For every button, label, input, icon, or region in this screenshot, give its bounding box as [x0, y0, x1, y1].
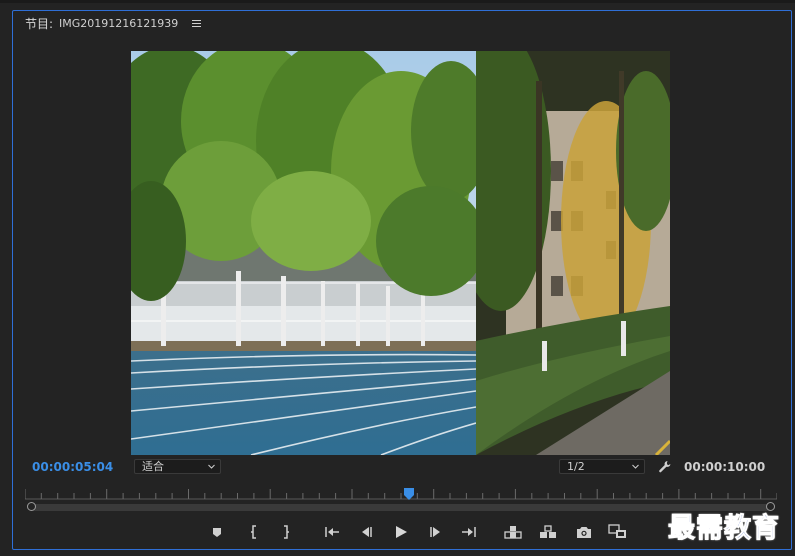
top-divider	[0, 0, 795, 3]
go-to-in-icon	[325, 527, 339, 537]
add-marker-icon	[213, 527, 221, 537]
chevron-down-icon	[208, 464, 215, 469]
panel-title-prefix: 节目:	[25, 17, 54, 31]
resolution-select[interactable]: 1/2	[559, 459, 645, 474]
zoom-select-value: 适合	[142, 460, 164, 473]
play-button[interactable]	[390, 521, 412, 543]
mark-in-button[interactable]	[243, 521, 265, 543]
step-forward-icon	[430, 527, 440, 537]
comparison-view-button[interactable]	[607, 521, 629, 543]
extract-icon	[540, 525, 556, 538]
export-frame-button[interactable]	[573, 521, 595, 543]
watermark-logo: 最需教育	[668, 513, 780, 545]
hamburger-menu-icon[interactable]	[192, 19, 202, 28]
go-to-out-icon	[462, 527, 476, 537]
video-frame-left	[131, 51, 476, 455]
settings-wrench-icon[interactable]	[658, 460, 672, 474]
mark-out-icon	[284, 525, 289, 539]
zoom-scroll-bar[interactable]	[25, 502, 777, 512]
panel-clip-name: IMG20191216121939	[59, 17, 179, 30]
mark-out-button[interactable]	[275, 521, 297, 543]
program-monitor-panel: 节目: IMG20191216121939 00:00:05:04 适合 1/2…	[0, 0, 795, 556]
duration-timecode: 00:00:10:00	[684, 460, 766, 474]
time-ruler[interactable]	[25, 486, 777, 500]
current-timecode[interactable]: 00:00:05:04	[32, 460, 113, 474]
play-icon	[396, 526, 407, 538]
step-back-button[interactable]	[355, 521, 377, 543]
video-image-campus	[476, 51, 670, 455]
go-to-in-button[interactable]	[321, 521, 343, 543]
video-frame-right	[476, 51, 670, 455]
camera-icon	[577, 526, 591, 538]
lift-button[interactable]	[502, 521, 524, 543]
mark-in-icon	[251, 525, 256, 539]
video-image-track	[131, 51, 476, 455]
step-forward-button[interactable]	[425, 521, 447, 543]
zoom-scroll-left-handle[interactable]	[27, 502, 36, 511]
playhead-marker[interactable]	[403, 488, 414, 500]
step-back-icon	[362, 527, 372, 537]
extract-button[interactable]	[537, 521, 559, 543]
go-to-out-button[interactable]	[458, 521, 480, 543]
lift-icon	[504, 526, 522, 539]
zoom-scroll-track	[31, 504, 771, 511]
resolution-select-value: 1/2	[567, 460, 585, 473]
comparison-view-icon	[608, 524, 626, 538]
panel-title[interactable]: 节目: IMG20191216121939	[25, 15, 202, 32]
add-marker-button[interactable]	[206, 521, 228, 543]
zoom-select[interactable]: 适合	[134, 459, 221, 474]
chevron-down-icon	[632, 464, 639, 469]
